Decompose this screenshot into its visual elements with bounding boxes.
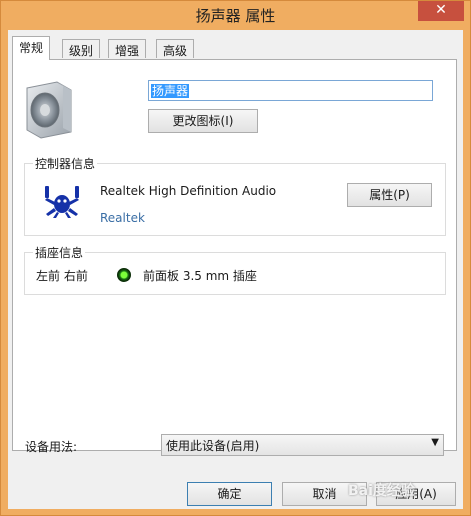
device-usage-select[interactable]: 使用此设备(启用) ▼ — [161, 434, 444, 456]
controller-info-group: 控制器信息 Realtek High Definition Audio Real… — [24, 155, 446, 236]
tab-enhancements[interactable]: 增强 — [108, 39, 147, 58]
general-tab-panel: 扬声器 更改图标(I) 控制器信息 Realtek High Definitio… — [12, 59, 457, 451]
tab-levels[interactable]: 级别 — [62, 39, 101, 58]
device-name-value: 扬声器 — [151, 84, 190, 98]
controller-name: Realtek High Definition Audio — [100, 184, 277, 198]
device-usage-label: 设备用法: — [25, 440, 78, 454]
jack-channels: 左前 右前 — [36, 269, 88, 283]
ok-button[interactable]: 确定 — [187, 482, 272, 506]
properties-window: 扬声器 属性 ✕ 常规 级别 增强 高级 扬声器 更改图标(I) 控制器信息 R… — [0, 0, 471, 516]
close-button[interactable]: ✕ — [418, 1, 464, 21]
tab-general[interactable]: 常规 — [12, 36, 51, 60]
baidu-watermark: Bai度经验 — [348, 483, 415, 499]
jack-description: 前面板 3.5 mm 插座 — [143, 269, 257, 283]
audio-jack-icon — [117, 268, 131, 282]
change-icon-button[interactable]: 更改图标(I) — [148, 109, 258, 133]
title-bar[interactable]: 扬声器 属性 ✕ — [1, 1, 470, 29]
jack-info-group: 插座信息 左前 右前 前面板 3.5 mm 插座 — [24, 244, 446, 295]
close-icon: ✕ — [435, 2, 447, 18]
chevron-down-icon: ▼ — [431, 437, 439, 448]
controller-properties-button[interactable]: 属性(P) — [347, 183, 432, 207]
speaker-icon — [26, 81, 72, 139]
jack-info-label: 插座信息 — [33, 244, 86, 261]
device-name-field[interactable]: 扬声器 — [148, 80, 433, 101]
window-title: 扬声器 属性 — [195, 7, 276, 25]
tab-advanced[interactable]: 高级 — [156, 39, 195, 58]
dialog-client-area: 常规 级别 增强 高级 扬声器 更改图标(I) 控制器信息 Realtek Hi… — [8, 30, 463, 509]
device-usage-value: 使用此设备(启用) — [166, 439, 260, 453]
controller-vendor: Realtek — [100, 211, 145, 225]
realtek-crab-icon — [45, 186, 79, 218]
controller-info-label: 控制器信息 — [33, 155, 98, 172]
